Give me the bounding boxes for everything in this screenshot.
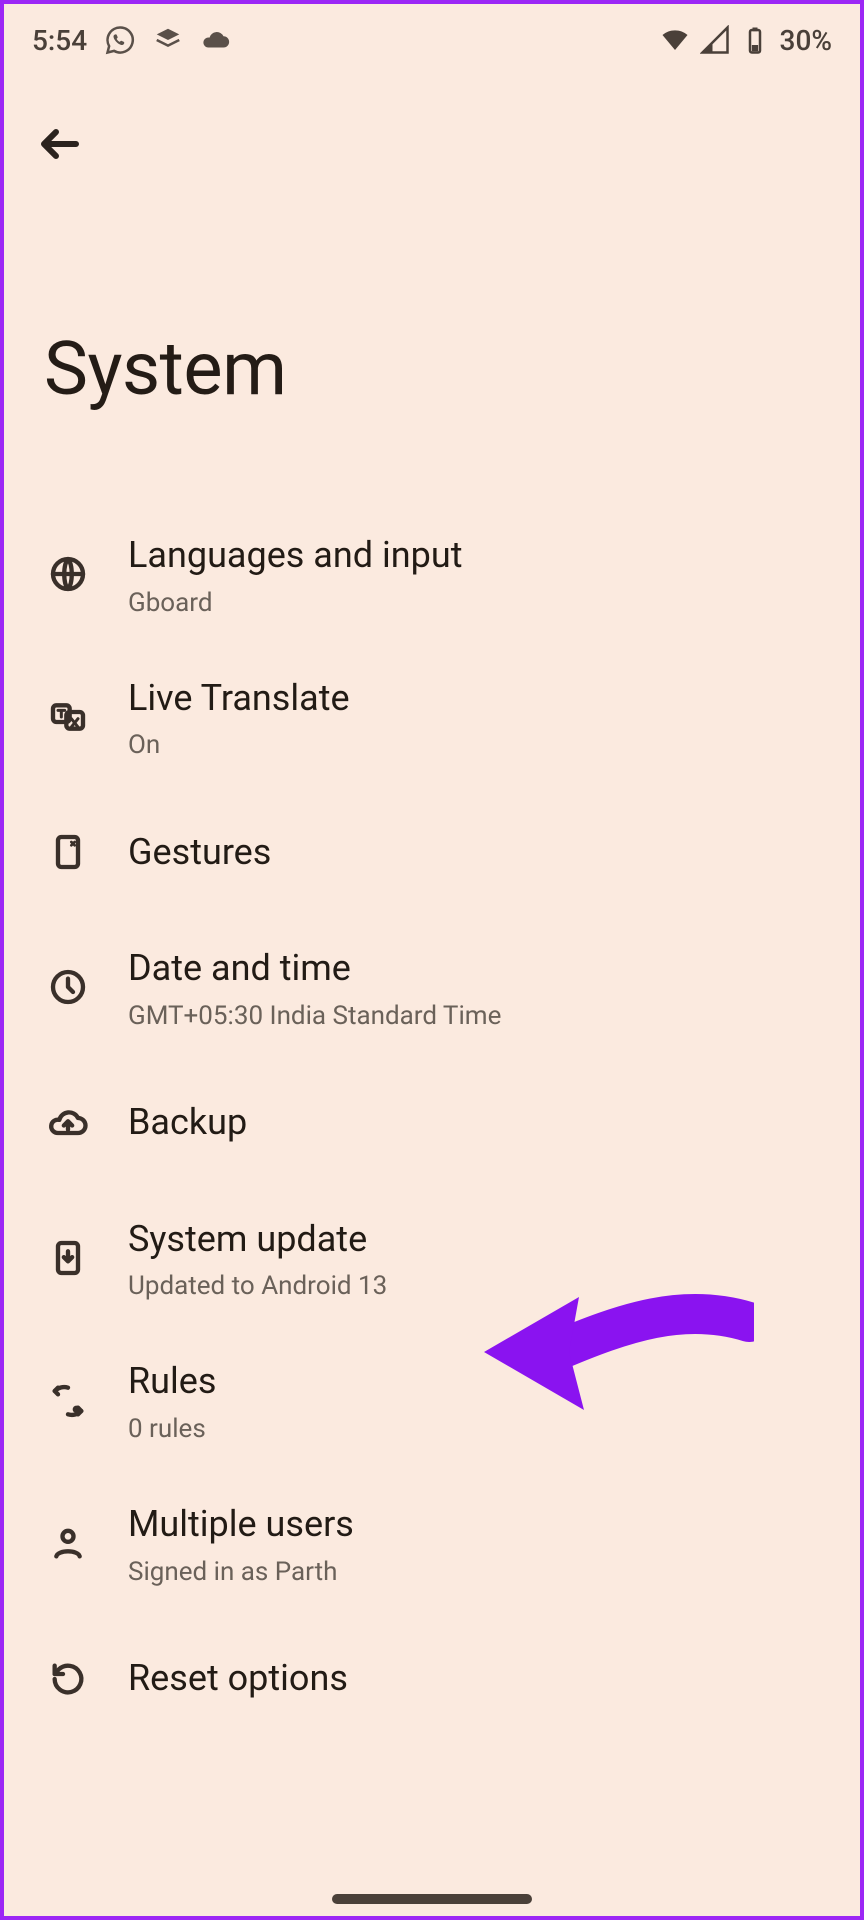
item-date-and-time[interactable]: Date and time GMT+05:30 India Standard T… bbox=[44, 916, 840, 1059]
gestures-icon bbox=[44, 828, 92, 876]
cloud-icon bbox=[201, 25, 231, 55]
cloud-upload-icon bbox=[44, 1099, 92, 1147]
item-title: Multiple users bbox=[128, 1500, 840, 1549]
battery-icon bbox=[740, 25, 770, 55]
item-title: Backup bbox=[128, 1098, 840, 1147]
item-backup[interactable]: Backup bbox=[44, 1059, 840, 1187]
status-right: 30% bbox=[660, 24, 832, 57]
item-title: System update bbox=[128, 1215, 840, 1264]
item-reset-options[interactable]: Reset options bbox=[44, 1615, 840, 1743]
item-languages-and-input[interactable]: Languages and input Gboard bbox=[44, 503, 840, 646]
item-rules[interactable]: Rules 0 rules bbox=[44, 1329, 840, 1472]
translate-icon bbox=[44, 693, 92, 741]
item-gestures[interactable]: Gestures bbox=[44, 788, 840, 916]
signal-icon bbox=[700, 25, 730, 55]
clock-icon bbox=[44, 963, 92, 1011]
person-icon bbox=[44, 1519, 92, 1567]
item-subtitle: Gboard bbox=[128, 588, 840, 618]
item-live-translate[interactable]: Live Translate On bbox=[44, 646, 840, 789]
item-title: Languages and input bbox=[128, 531, 840, 580]
item-subtitle: On bbox=[128, 730, 840, 760]
system-update-icon bbox=[44, 1234, 92, 1282]
whatsapp-icon bbox=[105, 25, 135, 55]
battery-percent: 30% bbox=[780, 24, 832, 57]
status-left: 5:54 bbox=[32, 24, 231, 57]
item-subtitle: Updated to Android 13 bbox=[128, 1271, 840, 1301]
item-title: Rules bbox=[128, 1357, 840, 1406]
wifi-icon bbox=[660, 25, 690, 55]
globe-icon bbox=[44, 550, 92, 598]
item-title: Live Translate bbox=[128, 674, 840, 723]
nav-handle[interactable] bbox=[332, 1894, 532, 1904]
rules-icon bbox=[44, 1377, 92, 1425]
item-title: Date and time bbox=[128, 944, 840, 993]
item-multiple-users[interactable]: Multiple users Signed in as Parth bbox=[44, 1472, 840, 1615]
settings-list: Languages and input Gboard Live Translat… bbox=[4, 503, 860, 1743]
item-subtitle: Signed in as Parth bbox=[128, 1557, 840, 1587]
item-subtitle: GMT+05:30 India Standard Time bbox=[128, 1001, 840, 1031]
reset-icon bbox=[44, 1655, 92, 1703]
page-title: System bbox=[4, 176, 860, 503]
layers-icon bbox=[153, 25, 183, 55]
status-time: 5:54 bbox=[32, 24, 87, 57]
back-button[interactable] bbox=[28, 112, 92, 176]
item-title: Reset options bbox=[128, 1654, 840, 1703]
arrow-left-icon bbox=[36, 120, 84, 168]
item-system-update[interactable]: System update Updated to Android 13 bbox=[44, 1187, 840, 1330]
status-bar: 5:54 30% bbox=[4, 4, 860, 76]
item-title: Gestures bbox=[128, 828, 840, 877]
toolbar bbox=[4, 76, 860, 176]
item-subtitle: 0 rules bbox=[128, 1414, 840, 1444]
